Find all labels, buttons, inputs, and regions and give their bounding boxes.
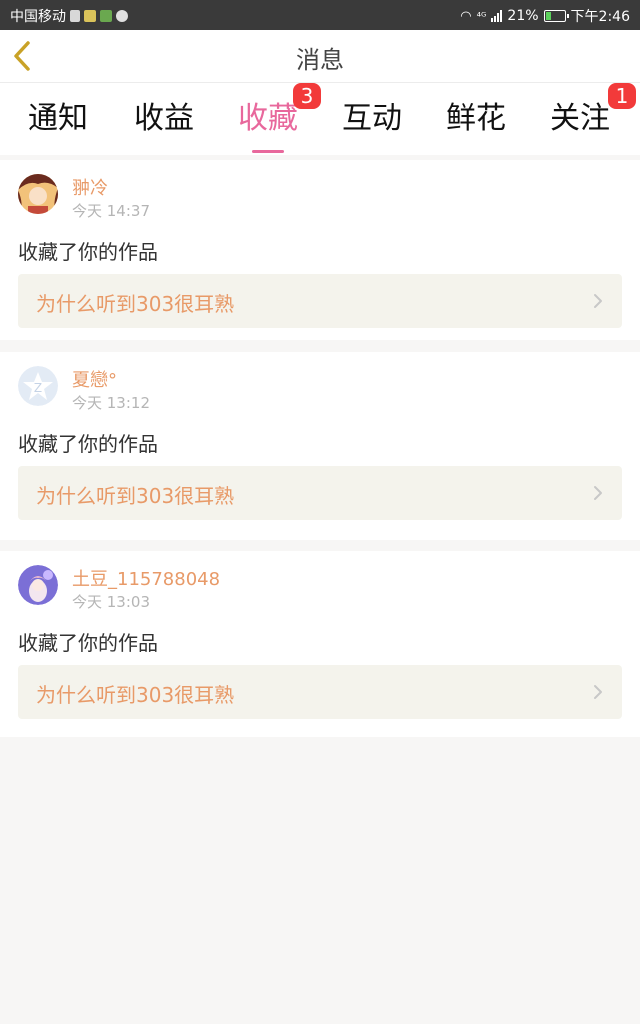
notification-icon (70, 10, 80, 22)
action-text: 收藏了你的作品 (18, 432, 158, 456)
action-text: 收藏了你的作品 (18, 240, 158, 264)
signal-icon (491, 10, 503, 22)
battery-icon (543, 10, 569, 22)
work-title: 为什么听到303很耳熟 (36, 683, 235, 707)
app-notification-icon (84, 10, 96, 22)
tab-flowers[interactable]: 鲜花 (426, 93, 526, 149)
clock: 下午2:46 (570, 9, 630, 25)
avatar[interactable]: Z (18, 366, 58, 406)
message-card: Z 夏戀° 今天 13:12 收藏了你的作品 为什么听到303很耳熟 (0, 352, 640, 540)
chevron-right-icon (594, 486, 602, 500)
unread-badge: 1 (608, 83, 636, 109)
tab-follows[interactable]: 关注 1 (530, 83, 636, 149)
username[interactable]: 夏戀° (72, 366, 117, 392)
work-title: 为什么听到303很耳熟 (36, 484, 235, 508)
tab-label: 互动 (342, 101, 402, 136)
active-tab-indicator (252, 150, 284, 153)
nav-header: 消息 (0, 30, 640, 83)
tab-label: 收藏 (238, 101, 298, 136)
work-title: 为什么听到303很耳熟 (36, 292, 235, 316)
message-card: 翀冷 今天 14:37 收藏了你的作品 为什么听到303很耳熟 (0, 160, 640, 340)
work-link[interactable]: 为什么听到303很耳熟 (18, 274, 622, 328)
svg-text:Z: Z (34, 381, 42, 395)
network-type-label: ⁴ᴳ (476, 9, 487, 23)
username[interactable]: 土豆_115788048 (72, 565, 220, 591)
tab-label: 收益 (134, 101, 194, 136)
chevron-right-icon (594, 685, 602, 699)
username[interactable]: 翀冷 (72, 174, 108, 200)
message-icon (116, 10, 128, 22)
tab-label: 关注 (550, 101, 610, 136)
tab-label: 通知 (28, 101, 88, 136)
unread-badge: 3 (293, 83, 321, 109)
action-text: 收藏了你的作品 (18, 631, 158, 655)
message-card: 土豆_115788048 今天 13:03 收藏了你的作品 为什么听到303很耳… (0, 551, 640, 737)
status-bar: 中国移动 ◠ ⁴ᴳ 21% 下午2:46 (0, 0, 640, 30)
carrier-name: 中国移动 (10, 9, 66, 25)
page-title: 消息 (296, 46, 344, 74)
timestamp: 今天 13:12 (72, 394, 150, 412)
tab-label: 鲜花 (446, 101, 506, 136)
tab-interactions[interactable]: 互动 (322, 93, 422, 149)
wifi-icon: ◠ (460, 8, 472, 24)
tab-earnings[interactable]: 收益 (114, 93, 214, 149)
battery-percent: 21% (507, 8, 539, 24)
app-notification-icon (100, 10, 112, 22)
timestamp: 今天 13:03 (72, 593, 150, 611)
avatar[interactable] (18, 565, 58, 605)
work-link[interactable]: 为什么听到303很耳熟 (18, 466, 622, 520)
timestamp: 今天 14:37 (72, 202, 150, 220)
chevron-right-icon (594, 294, 602, 308)
avatar[interactable] (18, 174, 58, 214)
tab-favorites[interactable]: 收藏 3 (218, 83, 321, 153)
work-link[interactable]: 为什么听到303很耳熟 (18, 665, 622, 719)
tab-notifications[interactable]: 通知 (8, 93, 108, 149)
tab-bar: 通知 收益 收藏 3 互动 鲜花 关注 1 (0, 83, 640, 155)
